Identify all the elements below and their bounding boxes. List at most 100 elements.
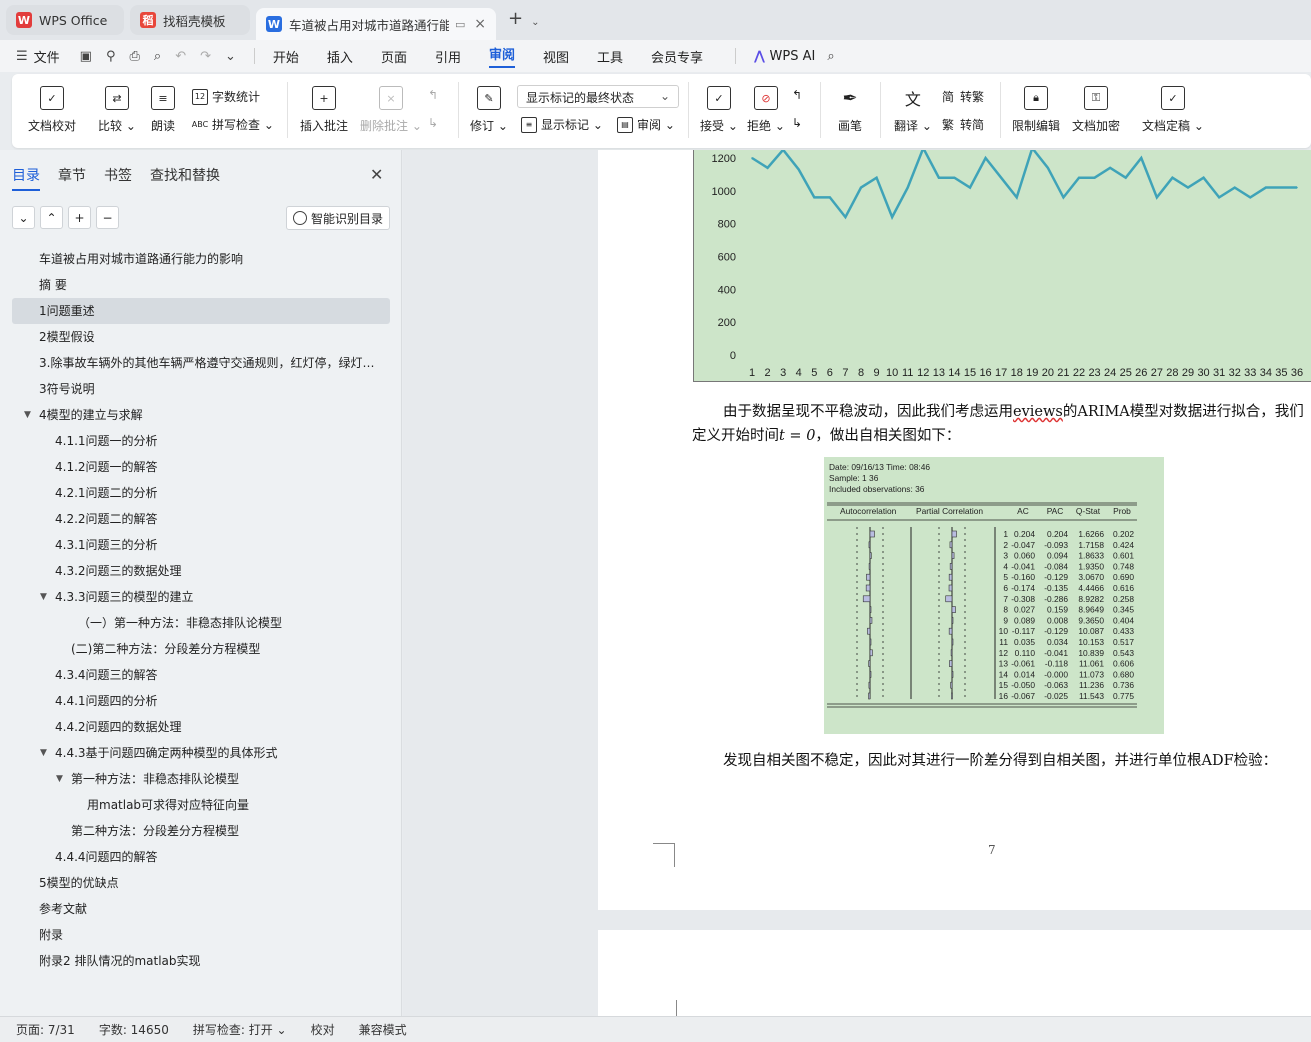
word-count-indicator[interactable]: 字数: 14650 — [99, 1021, 169, 1038]
toc-item[interactable]: 参考文献 — [12, 896, 390, 922]
toc-item[interactable]: 车道被占用对城市道路通行能力的影响 — [12, 246, 390, 272]
document-canvas[interactable]: 0 200 400 600 800 1000 1200 1 2 3 4 5 6 7 8 9 10 11 12 13 14… — [403, 150, 1311, 1016]
delete-comment-button[interactable]: × 删除批注 ⌄ — [360, 86, 422, 134]
redo-icon[interactable]: ↷ — [200, 49, 211, 64]
tab-toc[interactable]: 目录 — [12, 165, 40, 191]
toc-item[interactable]: ▼ 4模型的建立与求解 — [12, 402, 390, 428]
to-simplified-button[interactable]: 繁转简 — [940, 116, 984, 133]
menu-reference[interactable]: 引用 — [435, 47, 461, 66]
tab-sections[interactable]: 章节 — [58, 165, 86, 191]
menu-tools[interactable]: 工具 — [597, 47, 623, 66]
toc-item[interactable]: 第二种方法：分段差分方程模型 — [12, 818, 390, 844]
x-tick-label: 25 — [1120, 367, 1132, 379]
tab-current-document[interactable]: W 车道被占用对城市道路通行能力 ▭ × — [256, 8, 496, 40]
word-count-button[interactable]: 12 字数统计 — [192, 88, 260, 105]
toc-item[interactable]: 1问题重述 — [12, 298, 390, 324]
toc-item[interactable]: 附录2 排队情况的matlab实现 — [12, 948, 390, 974]
toc-item[interactable]: 4.4.4问题四的解答 — [12, 844, 390, 870]
add-icon[interactable]: + — [68, 206, 91, 229]
show-markup-button[interactable]: ≡ 显示标记 ⌄ — [521, 116, 603, 133]
toc-item[interactable]: 摘 要 — [12, 272, 390, 298]
tab-find-replace[interactable]: 查找和替换 — [150, 165, 220, 191]
doc-proofread-button[interactable]: ✓ 文档校对 — [28, 86, 76, 134]
pen-button[interactable]: ✒ 画笔 — [838, 86, 862, 134]
reject-button[interactable]: ⊘ 拒绝 ⌄ — [747, 86, 785, 134]
page-indicator[interactable]: 页面: 7/31 — [16, 1021, 75, 1038]
compare-button[interactable]: ⇄ 比较 ⌄ — [98, 86, 136, 134]
spell-check-button[interactable]: ABC 拼写检查 ⌄ — [192, 116, 274, 133]
toc-item[interactable]: 4.1.1问题一的分析 — [12, 428, 390, 454]
chevron-down-icon[interactable]: ⌄ — [12, 206, 35, 229]
menu-review[interactable]: 审阅 — [488, 44, 515, 68]
toc-item[interactable]: 5模型的优缺点 — [12, 870, 390, 896]
insert-comment-button[interactable]: + 插入批注 — [300, 86, 348, 134]
menu-insert[interactable]: 插入 — [327, 47, 353, 66]
expand-triangle-icon[interactable]: ▼ — [24, 402, 31, 428]
toc-item[interactable]: 2模型假设 — [12, 324, 390, 350]
toc-item[interactable]: 4.1.2问题一的解答 — [12, 454, 390, 480]
toc-item[interactable]: 4.3.2问题三的数据处理 — [12, 558, 390, 584]
toc-item[interactable]: (二)第二种方法：分段差分方程模型 — [12, 636, 390, 662]
proofread-status[interactable]: 校对 — [311, 1021, 335, 1038]
translate-button[interactable]: 文 翻译 ⌄ — [894, 86, 932, 134]
to-traditional-button[interactable]: 简转繁 — [940, 88, 984, 105]
chevron-down-icon[interactable]: ⌄ — [225, 49, 236, 64]
spell-check-status[interactable]: 拼写检查: 打开 ⌄ — [193, 1021, 287, 1038]
menu-start[interactable]: 开始 — [273, 47, 299, 66]
toc-item[interactable]: 附录 — [12, 922, 390, 948]
new-tab-icon[interactable]: + — [508, 8, 523, 29]
toc-item[interactable]: 4.4.2问题四的数据处理 — [12, 714, 390, 740]
toc-item[interactable]: ▼ 4.4.3基于问题四确定两种模型的具体形式 — [12, 740, 390, 766]
accept-button[interactable]: ✓ 接受 ⌄ — [700, 86, 738, 134]
toc-item[interactable]: 3符号说明 — [12, 376, 390, 402]
finalize-button[interactable]: ✓ 文档定稿 ⌄ — [1142, 86, 1204, 134]
monitor-icon[interactable]: ▭ — [455, 18, 465, 31]
prev-change-icon[interactable]: ↰ — [792, 88, 802, 102]
toc-item[interactable]: 4.2.1问题二的分析 — [12, 480, 390, 506]
file-menu[interactable]: 文件 — [34, 47, 60, 66]
undo-icon[interactable]: ↶ — [175, 49, 186, 64]
toc-item[interactable]: （一）第一种方法：非稳态排队论模型 — [12, 610, 390, 636]
menu-page[interactable]: 页面 — [381, 47, 407, 66]
toc-item[interactable]: 4.2.2问题二的解答 — [12, 506, 390, 532]
share-icon[interactable]: ⚲ — [106, 49, 116, 64]
expand-triangle-icon[interactable]: ▼ — [40, 584, 47, 610]
restrict-edit-button[interactable]: 🔒︎ 限制编辑 — [1012, 86, 1060, 134]
markup-state-select[interactable]: 显示标记的最终状态 ⌄ — [517, 85, 679, 108]
hamburger-menu-icon[interactable]: ☰ — [16, 49, 28, 64]
chevron-down-icon[interactable]: ⌄ — [531, 17, 539, 28]
smart-toc-button[interactable]: 智能识别目录 — [286, 206, 390, 230]
minus-icon[interactable]: − — [96, 206, 119, 229]
y-tick-label: 800 — [718, 219, 736, 231]
print-icon[interactable]: ⎙ — [130, 49, 140, 64]
toc-item[interactable]: 4.3.1问题三的分析 — [12, 532, 390, 558]
read-aloud-button[interactable]: ≡ 朗读 — [151, 86, 175, 134]
prev-comment-icon[interactable]: ↰ — [428, 88, 438, 102]
encrypt-button[interactable]: ⚿ 文档加密 — [1072, 86, 1120, 134]
revise-button[interactable]: ✎ 修订 ⌄ — [470, 86, 508, 134]
tab-wps-office[interactable]: W WPS Office — [6, 5, 124, 35]
search-icon[interactable]: ⌕ — [827, 49, 834, 64]
next-change-icon[interactable]: ↳ — [792, 116, 802, 130]
save-icon[interactable]: ▣ — [80, 49, 92, 64]
next-comment-icon[interactable]: ↳ — [428, 116, 438, 130]
expand-triangle-icon[interactable]: ▼ — [40, 740, 47, 766]
menu-member[interactable]: 会员专享 — [651, 47, 703, 66]
toc-item[interactable]: 3.除事故车辆外的其他车辆严格遵守交通规则，红灯停，绿灯行。 — [12, 350, 390, 376]
toc-item[interactable]: ▼ 第一种方法：非稳态排队论模型 — [12, 766, 390, 792]
tab-docer-templates[interactable]: 稻 找稻壳模板 — [130, 5, 250, 35]
toc-item[interactable]: ▼ 4.3.3问题三的模型的建立 — [12, 584, 390, 610]
menu-view[interactable]: 视图 — [543, 47, 569, 66]
print-preview-icon[interactable]: ⌕ — [154, 49, 161, 64]
expand-triangle-icon[interactable]: ▼ — [56, 766, 63, 792]
chevron-up-icon[interactable]: ⌃ — [40, 206, 63, 229]
toc-item-label: 4.1.2问题一的解答 — [55, 460, 158, 474]
close-tab-icon[interactable]: × — [474, 16, 486, 32]
wps-ai-button[interactable]: ⋀ WPS AI — [754, 49, 815, 64]
close-pane-icon[interactable]: ✕ — [370, 165, 383, 184]
toc-item[interactable]: 用matlab可求得对应特征向量 — [12, 792, 390, 818]
tab-bookmarks[interactable]: 书签 — [104, 165, 132, 191]
toc-item[interactable]: 4.3.4问题三的解答 — [12, 662, 390, 688]
review-pane-button[interactable]: ▤ 审阅 ⌄ — [617, 116, 675, 133]
toc-item[interactable]: 4.4.1问题四的分析 — [12, 688, 390, 714]
